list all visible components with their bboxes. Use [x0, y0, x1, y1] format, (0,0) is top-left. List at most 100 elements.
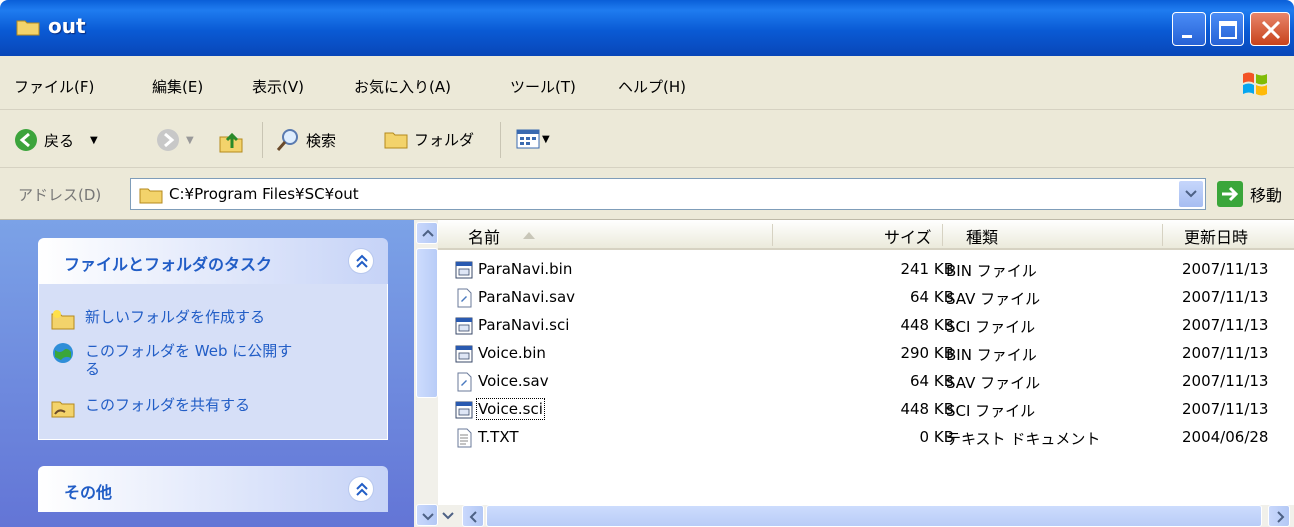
go-arrow-icon [1217, 181, 1243, 207]
folder-icon [16, 20, 40, 36]
chevron-down-icon [422, 513, 434, 521]
search-button[interactable]: 検索 [276, 128, 336, 152]
views-icon [516, 129, 540, 149]
forward-arrow-icon [157, 129, 179, 151]
file-type: SCI ファイル [946, 402, 1036, 420]
task-label: このフォルダを Web に公開する [85, 342, 293, 378]
task-share-folder[interactable]: このフォルダを共有する [51, 396, 250, 418]
file-modified: 2007/11/13 [1182, 260, 1269, 278]
go-button[interactable]: 移動 [1216, 180, 1282, 208]
forward-button[interactable]: ▼ [156, 128, 194, 152]
views-button[interactable]: ▼ [516, 128, 550, 150]
close-button[interactable] [1250, 12, 1290, 46]
menu-file[interactable]: ファイル(F) [14, 76, 94, 97]
file-folder-tasks-panel: ファイルとフォルダのタスク 新しいフォルダを作成する このフォルダを Web に… [38, 238, 388, 440]
back-label: 戻る [44, 131, 75, 150]
file-name: T.TXT [478, 428, 519, 446]
menu-help[interactable]: ヘルプ(H) [618, 76, 686, 97]
sort-ascending-icon [523, 232, 535, 239]
scroll-down-button[interactable] [416, 504, 438, 526]
forward-dropdown-icon[interactable]: ▼ [186, 135, 194, 146]
file-type: BIN ファイル [946, 346, 1037, 364]
other-places-panel: その他 [38, 466, 388, 512]
minimize-button[interactable] [1172, 12, 1206, 46]
menu-tools[interactable]: ツール(T) [510, 76, 576, 97]
menu-view[interactable]: 表示(V) [252, 76, 304, 97]
chevron-right-icon [1277, 511, 1285, 523]
minimize-icon [1182, 35, 1192, 38]
address-input[interactable]: C:¥Program Files¥SC¥out [130, 178, 1206, 210]
task-new-folder[interactable]: 新しいフォルダを作成する [51, 308, 265, 330]
column-type[interactable]: 種類 [966, 224, 998, 248]
scroll-down-small-button[interactable] [438, 505, 460, 527]
binary-file-icon [455, 345, 473, 363]
panel-header[interactable]: ファイルとフォルダのタスク [38, 238, 388, 284]
panel-header[interactable]: その他 [38, 466, 388, 512]
file-list-hscrollbar[interactable] [438, 505, 1294, 527]
file-type: BIN ファイル [946, 262, 1037, 280]
panel-title: その他 [64, 483, 113, 502]
file-modified: 2007/11/13 [1182, 400, 1269, 418]
file-row[interactable]: Voice.bin 290 KB BIN ファイル 2007/11/13 [438, 342, 1294, 366]
folders-icon [384, 132, 408, 149]
address-label: アドレス(D) [18, 186, 102, 204]
menu-edit[interactable]: 編集(E) [152, 76, 203, 97]
search-icon [276, 129, 298, 151]
collapse-button[interactable] [348, 248, 374, 274]
up-folder-icon [219, 132, 243, 153]
toolbar: 戻る ▼ ▼ 検索 フォルダ ▼ [0, 110, 1294, 168]
scroll-thumb[interactable] [416, 248, 438, 398]
task-publish-web[interactable]: このフォルダを Web に公開する [51, 342, 301, 378]
binary-file-icon [455, 261, 473, 279]
address-dropdown-button[interactable] [1179, 181, 1203, 207]
task-label: 新しいフォルダを作成する [85, 308, 266, 326]
file-row[interactable]: Voice.sav 64 KB SAV ファイル 2007/11/13 [438, 370, 1294, 394]
maximize-button[interactable] [1210, 12, 1244, 46]
folders-button[interactable]: フォルダ [384, 128, 474, 150]
column-name[interactable]: 名前 [468, 224, 500, 248]
task-pane: ファイルとフォルダのタスク 新しいフォルダを作成する このフォルダを Web に… [0, 220, 414, 527]
address-path: C:¥Program Files¥SC¥out [169, 185, 359, 203]
column-size[interactable]: サイズ [884, 224, 932, 248]
chevron-down-icon [442, 512, 454, 520]
file-modified: 2007/11/13 [1182, 288, 1269, 306]
scroll-left-button[interactable] [462, 505, 484, 527]
file-row[interactable]: T.TXT 0 KB テキスト ドキュメント 2004/06/28 [438, 426, 1294, 450]
file-type: SAV ファイル [946, 290, 1041, 308]
menu-favorites[interactable]: お気に入り(A) [354, 76, 451, 97]
file-name: Voice.bin [478, 344, 546, 362]
panel-title: ファイルとフォルダのタスク [64, 255, 273, 274]
file-modified: 2007/11/13 [1182, 372, 1269, 390]
chevron-down-icon [1185, 190, 1197, 198]
file-row[interactable]: ParaNavi.bin 241 KB BIN ファイル 2007/11/13 [438, 258, 1294, 282]
go-label: 移動 [1250, 186, 1283, 205]
scroll-right-button[interactable] [1268, 505, 1290, 527]
file-type: SCI ファイル [946, 318, 1036, 336]
folder-icon [139, 188, 163, 204]
file-row[interactable]: ParaNavi.sav 64 KB SAV ファイル 2007/11/13 [438, 286, 1294, 310]
collapse-chevron-icon [356, 254, 368, 268]
close-icon [1261, 20, 1281, 40]
back-dropdown-icon[interactable]: ▼ [90, 135, 98, 146]
address-bar: アドレス(D) C:¥Program Files¥SC¥out 移動 [0, 168, 1294, 220]
hscroll-thumb[interactable] [486, 505, 1262, 527]
back-button[interactable]: 戻る ▼ [14, 128, 98, 152]
back-arrow-icon [15, 129, 37, 151]
file-name: Voice.sav [478, 372, 549, 390]
collapse-chevron-icon [356, 482, 368, 496]
column-header-row: 名前 サイズ 種類 更新日時 [438, 220, 1294, 250]
column-modified[interactable]: 更新日時 [1184, 224, 1248, 248]
binary-file-icon [455, 317, 473, 335]
file-row[interactable]: Voice.sci 448 KB SCI ファイル 2007/11/13 [438, 398, 1294, 422]
file-row[interactable]: ParaNavi.sci 448 KB SCI ファイル 2007/11/13 [438, 314, 1294, 338]
file-list: 名前 サイズ 種類 更新日時 ParaNavi.bin 241 KB BIN ファイ… [438, 220, 1294, 527]
views-dropdown-icon: ▼ [542, 133, 550, 145]
file-type: テキスト ドキュメント [946, 430, 1101, 448]
title-bar[interactable]: out [0, 0, 1294, 56]
up-folder-button[interactable] [218, 128, 244, 154]
file-name: ParaNavi.sav [478, 288, 576, 306]
scroll-up-button[interactable] [416, 222, 438, 244]
collapse-button[interactable] [348, 476, 374, 502]
task-pane-scrollbar[interactable] [414, 220, 438, 527]
panel-body: 新しいフォルダを作成する このフォルダを Web に公開する このフォルダを共有… [38, 284, 388, 440]
